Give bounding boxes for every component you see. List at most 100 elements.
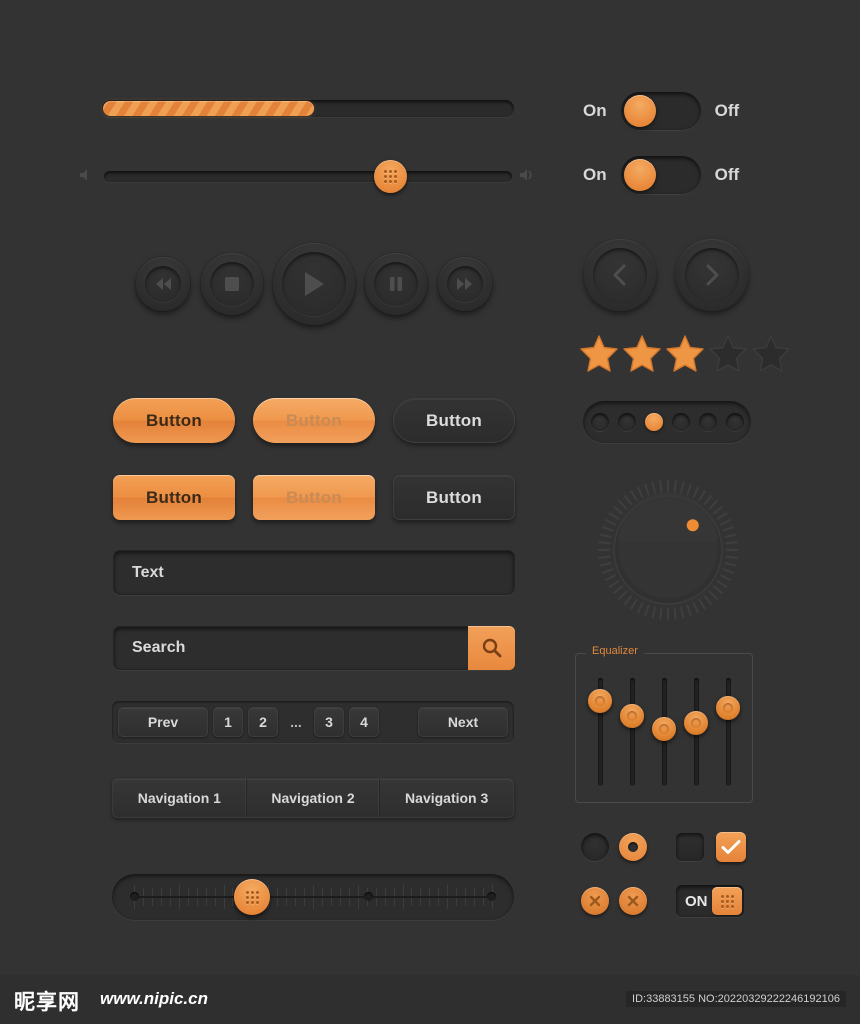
prev-arrow-button[interactable]: [584, 239, 656, 311]
pager-dot-1[interactable]: [590, 413, 609, 431]
close-button-2[interactable]: [619, 887, 647, 915]
equalizer-thumb[interactable]: [588, 689, 612, 713]
search-button[interactable]: [468, 626, 515, 670]
ruler-tick: [178, 898, 180, 909]
button-orange-pill[interactable]: Button: [113, 398, 235, 443]
star-4-empty[interactable]: [709, 334, 747, 377]
progress-bar-fill: [103, 101, 315, 116]
radio-checked[interactable]: [619, 833, 647, 861]
pagination-prev-button[interactable]: Prev: [118, 707, 208, 737]
pager-dot-4[interactable]: [671, 413, 690, 431]
ruler-slider-knob[interactable]: [234, 879, 271, 915]
pagination-page-2[interactable]: 2: [248, 707, 278, 737]
button-label: Button: [426, 487, 482, 507]
equalizer-band-1[interactable]: [588, 678, 612, 786]
search-icon: [482, 638, 501, 658]
text-input[interactable]: Text: [113, 550, 515, 595]
toggle-switch-1[interactable]: On Off: [583, 92, 739, 130]
site-url: www.nipic.cn: [100, 989, 208, 1008]
pager-dot-2[interactable]: [617, 413, 636, 431]
star-2-filled[interactable]: [623, 334, 661, 377]
radio-unchecked[interactable]: [581, 833, 609, 861]
toggle-track[interactable]: [620, 92, 701, 130]
rotary-knob[interactable]: [597, 475, 739, 625]
button-dark-rect[interactable]: Button: [393, 475, 515, 520]
ruler-tick: [357, 885, 359, 896]
toggle-knob[interactable]: [623, 159, 656, 191]
button-label: Button: [426, 410, 482, 430]
pagination-page-3[interactable]: 3: [314, 707, 344, 737]
tab-navigation-2[interactable]: Navigation 2: [247, 779, 381, 817]
equalizer-band-5[interactable]: [716, 678, 740, 786]
equalizer-panel: Equalizer: [575, 645, 753, 803]
next-arrow-button[interactable]: [676, 239, 748, 311]
equalizer-band-4[interactable]: [684, 678, 708, 786]
site-logo: 昵享网: [14, 990, 80, 1014]
equalizer-thumb[interactable]: [716, 696, 740, 721]
volume-slider-knob[interactable]: [373, 160, 407, 193]
ruler-tick: [223, 885, 225, 896]
pagination-next-button[interactable]: Next: [418, 707, 508, 737]
button-orange-rect[interactable]: Button: [113, 475, 235, 520]
pause-button[interactable]: [365, 253, 427, 315]
button-dark-pill[interactable]: Button: [393, 398, 515, 443]
ruler-tick: [447, 885, 449, 896]
search-input[interactable]: Search: [113, 626, 515, 670]
chevron-left-icon: [613, 264, 626, 286]
forward-button[interactable]: [438, 257, 492, 311]
ruler-tick: [169, 888, 171, 896]
button-orange-muted-rect[interactable]: Button: [253, 475, 375, 520]
ruler-tick: [447, 898, 449, 909]
ruler-tick: [420, 888, 422, 896]
star-rating[interactable]: [580, 334, 790, 377]
star-1-filled[interactable]: [580, 334, 618, 377]
close-button-1[interactable]: [581, 887, 609, 915]
pagination-page-1[interactable]: 1: [213, 707, 243, 737]
volume-slider[interactable]: [78, 160, 538, 193]
ruler-slider[interactable]: [112, 874, 514, 920]
checkbox-checked[interactable]: [716, 832, 746, 862]
ruler-tick: [178, 885, 180, 896]
pagination-page-4[interactable]: 4: [349, 707, 379, 737]
pager-dot-6[interactable]: [725, 413, 744, 431]
tab-navigation-3[interactable]: Navigation 3: [380, 779, 513, 817]
ruler-tick: [321, 898, 323, 906]
star-icon: [623, 335, 661, 372]
rewind-button[interactable]: [136, 257, 190, 311]
ruler-tick: [438, 888, 440, 896]
ruler-tick: [474, 898, 476, 906]
grip-dots-icon: [245, 890, 259, 904]
equalizer-legend: Equalizer: [586, 645, 644, 657]
on-switch[interactable]: ON: [676, 885, 744, 917]
footer: 昵享网 www.nipic.cn ID:33883155 NO:20220329…: [0, 975, 860, 1024]
stop-button[interactable]: [201, 253, 263, 315]
button-orange-muted-pill[interactable]: Button: [253, 398, 375, 443]
on-switch-handle[interactable]: [712, 887, 742, 915]
volume-slider-track[interactable]: [104, 160, 512, 193]
pause-icon: [390, 277, 402, 291]
ruler-tick: [151, 898, 153, 906]
star-5-empty[interactable]: [752, 334, 790, 377]
checkbox-unchecked[interactable]: [676, 833, 704, 861]
equalizer-band-2[interactable]: [620, 678, 644, 786]
dot-pager[interactable]: [583, 401, 751, 443]
equalizer-thumb[interactable]: [620, 703, 644, 728]
button-label: Button: [146, 487, 202, 507]
rotary-knob-icon: [597, 479, 739, 621]
tab-navigation-1[interactable]: Navigation 1: [113, 779, 247, 817]
equalizer-thumb[interactable]: [684, 711, 708, 736]
ruler-tick: [321, 888, 323, 896]
pager-dot-5[interactable]: [698, 413, 717, 431]
equalizer-band-3[interactable]: [652, 678, 676, 786]
star-3-filled[interactable]: [666, 334, 704, 377]
play-button[interactable]: [273, 243, 355, 325]
ruler-tick: [375, 898, 377, 906]
image-id-text: ID:33883155 NO:20220329222246192106: [626, 991, 846, 1007]
toggle-switch-2[interactable]: On Off: [583, 156, 739, 194]
equalizer-thumb[interactable]: [652, 716, 676, 741]
star-icon: [580, 335, 618, 372]
pager-dot-3-active[interactable]: [644, 413, 663, 431]
toggle-knob[interactable]: [623, 95, 656, 127]
ui-kit-canvas: Button Button Button Button Button Butto…: [0, 0, 860, 1024]
toggle-track[interactable]: [620, 156, 701, 194]
